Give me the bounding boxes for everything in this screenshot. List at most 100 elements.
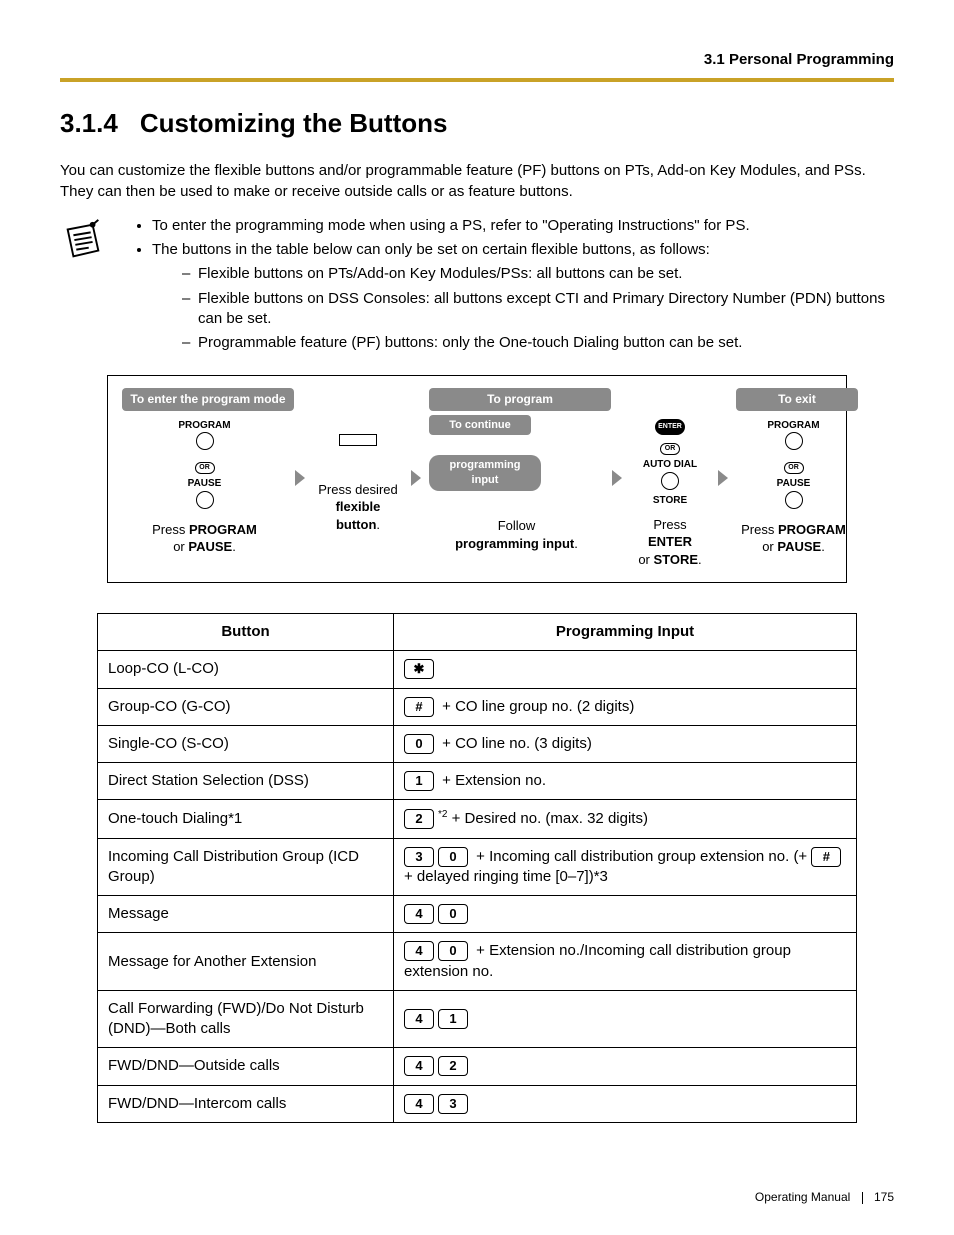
label-store: STORE xyxy=(630,494,710,508)
footer-manual: Operating Manual xyxy=(755,1190,850,1204)
button-glyph-program-1 xyxy=(196,432,214,450)
note-sub-3: Programmable feature (PF) buttons: only … xyxy=(182,333,894,353)
table-row: Loop-CO (L-CO) ✱ xyxy=(98,651,857,688)
input-suffix: + CO line no. (3 digits) xyxy=(438,735,592,752)
button-cell: Single-CO (S-CO) xyxy=(98,725,394,762)
key-icon: 1 xyxy=(438,1009,468,1029)
note-body: To enter the programming mode when using… xyxy=(130,216,894,358)
key-icon: # xyxy=(404,697,434,717)
key-icon: 2 xyxy=(404,809,434,829)
key-icon: 3 xyxy=(404,847,434,867)
section-header: 3.1 Personal Programming xyxy=(60,50,894,70)
input-cell: ✱ xyxy=(394,651,857,688)
label-autodial: AUTO DIAL xyxy=(630,458,710,472)
input-suffix: + Incoming call distribution group exten… xyxy=(472,848,811,865)
or-pill-2: OR xyxy=(660,443,680,455)
caption-4: Press ENTER or STORE. xyxy=(630,516,710,569)
button-glyph-pause-2 xyxy=(785,491,803,509)
note-bullet-2: The buttons in the table below can only … xyxy=(152,240,894,353)
table-row: Call Forwarding (FWD)/Do Not Disturb (DN… xyxy=(98,990,857,1048)
button-cell: Incoming Call Distribution Group (ICD Gr… xyxy=(98,838,394,896)
programming-table: Button Programming Input Loop-CO (L-CO) ✱… xyxy=(97,613,857,1123)
caption-1: Press PROGRAM or PAUSE. xyxy=(122,521,287,556)
diagram-continue-pill: To continue xyxy=(429,415,531,436)
arrow-icon xyxy=(718,470,728,486)
key-icon: 4 xyxy=(404,1056,434,1076)
input-cell: 43 xyxy=(394,1085,857,1122)
label-pause-1: PAUSE xyxy=(122,477,287,491)
diagram-program-pill: To program xyxy=(429,388,611,410)
note-sub-1: Flexible buttons on PTs/Add-on Key Modul… xyxy=(182,264,894,284)
button-cell: Message xyxy=(98,896,394,933)
table-row: FWD/DND—Intercom calls43 xyxy=(98,1085,857,1122)
input-cell: 30 + Incoming call distribution group ex… xyxy=(394,838,857,896)
key-icon: 0 xyxy=(438,904,468,924)
key-icon: 4 xyxy=(404,1009,434,1029)
label-program-2: PROGRAM xyxy=(736,419,851,433)
or-pill-1: OR xyxy=(195,462,215,474)
note-bullet-1: To enter the programming mode when using… xyxy=(152,216,894,236)
input-cell: 0 + CO line no. (3 digits) xyxy=(394,725,857,762)
intro-paragraph: You can customize the flexible buttons a… xyxy=(60,161,894,202)
note-block: To enter the programming mode when using… xyxy=(60,216,894,358)
button-cell: Call Forwarding (FWD)/Do Not Disturb (DN… xyxy=(98,990,394,1048)
table-row: Single-CO (S-CO)0 + CO line no. (3 digit… xyxy=(98,725,857,762)
input-cell: 40 + Extension no./Incoming call distrib… xyxy=(394,933,857,991)
input-suffix: + delayed ringing time [0–7])*3 xyxy=(404,868,608,885)
button-cell: Message for Another Extension xyxy=(98,933,394,991)
button-cell: FWD/DND—Intercom calls xyxy=(98,1085,394,1122)
key-icon: 0 xyxy=(404,734,434,754)
table-row: One-touch Dialing*12*2 + Desired no. (ma… xyxy=(98,800,857,838)
arrow-icon xyxy=(612,470,622,486)
input-cell: 2*2 + Desired no. (max. 32 digits) xyxy=(394,800,857,838)
caption-2: Press desired flexible button. xyxy=(313,481,403,534)
programming-diagram: To enter the program mode PROGRAM OR PAU… xyxy=(107,375,847,583)
button-cell: Direct Station Selection (DSS) xyxy=(98,763,394,800)
table-row: Incoming Call Distribution Group (ICD Gr… xyxy=(98,838,857,896)
input-suffix: + CO line group no. (2 digits) xyxy=(438,698,634,715)
input-suffix: + Desired no. (max. 32 digits) xyxy=(447,810,648,827)
flexible-button-glyph xyxy=(339,434,377,446)
header-rule xyxy=(60,78,894,82)
key-icon: 4 xyxy=(404,1094,434,1114)
diagram-proginput-pill: programming input xyxy=(429,455,541,491)
diagram-exit-pill: To exit xyxy=(736,388,858,410)
input-cell: 40 xyxy=(394,896,857,933)
button-cell: Loop-CO (L-CO) xyxy=(98,651,394,688)
key-icon: 3 xyxy=(438,1094,468,1114)
table-header-input: Programming Input xyxy=(394,614,857,651)
input-cell: 41 xyxy=(394,990,857,1048)
title-text: Customizing the Buttons xyxy=(140,108,448,138)
page-title: 3.1.4 Customizing the Buttons xyxy=(60,106,894,141)
key-icon: 0 xyxy=(438,847,468,867)
arrow-icon xyxy=(411,470,421,486)
input-cell: # + CO line group no. (2 digits) xyxy=(394,688,857,725)
input-cell: 1 + Extension no. xyxy=(394,763,857,800)
button-cell: Group-CO (G-CO) xyxy=(98,688,394,725)
table-header-button: Button xyxy=(98,614,394,651)
note-icon xyxy=(60,216,110,358)
enter-glyph: ENTER xyxy=(655,419,685,435)
footer-page: 175 xyxy=(874,1190,894,1204)
button-glyph-pause-1 xyxy=(196,491,214,509)
table-row: FWD/DND—Outside calls42 xyxy=(98,1048,857,1085)
table-row: Direct Station Selection (DSS)1 + Extens… xyxy=(98,763,857,800)
page-footer: Operating Manual 175 xyxy=(755,1189,894,1205)
key-icon: 0 xyxy=(438,941,468,961)
table-row: Message for Another Extension40 + Extens… xyxy=(98,933,857,991)
button-cell: One-touch Dialing*1 xyxy=(98,800,394,838)
key-icon: 1 xyxy=(404,771,434,791)
caption-3: Follow programming input. xyxy=(429,517,604,552)
key-icon: ✱ xyxy=(404,659,434,679)
input-suffix: + Extension no. xyxy=(438,772,546,789)
label-program-1: PROGRAM xyxy=(122,419,287,433)
button-glyph-program-2 xyxy=(785,432,803,450)
key-icon: 4 xyxy=(404,941,434,961)
input-cell: 42 xyxy=(394,1048,857,1085)
or-pill-3: OR xyxy=(784,462,804,474)
title-number: 3.1.4 xyxy=(60,108,118,138)
note-bullet-2-text: The buttons in the table below can only … xyxy=(152,241,710,258)
arrow-icon xyxy=(295,470,305,486)
diagram-enter-pill: To enter the program mode xyxy=(122,388,294,410)
key-icon: # xyxy=(811,847,841,867)
